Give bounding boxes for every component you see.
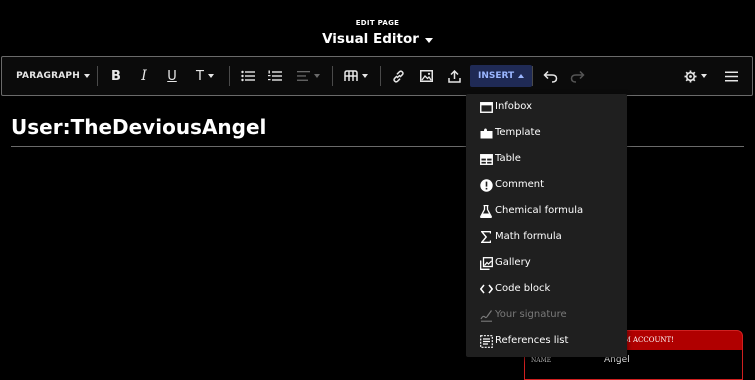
upload-icon [447, 69, 461, 83]
chevron-down-icon [362, 74, 368, 78]
menu-item-code-block[interactable]: Code block [466, 276, 627, 302]
menu-item-references-list[interactable]: References list [466, 328, 627, 354]
toolbar-divider [229, 66, 230, 86]
undo-icon [542, 70, 557, 83]
numbered-list-button[interactable] [265, 57, 285, 95]
menu-item-math-formula[interactable]: Math formula [466, 224, 627, 250]
chevron-down-icon [424, 37, 433, 43]
italic-button[interactable]: I [134, 57, 154, 95]
page-title: User:TheDeviousAngel [11, 115, 267, 139]
chevron-down-icon [207, 74, 214, 78]
menu-item-gallery[interactable]: Gallery [466, 250, 627, 276]
toolbar-divider [97, 66, 98, 86]
insert-dropdown-menu: Infobox Template Table Comment Chemical … [466, 94, 627, 357]
flask-icon [479, 204, 493, 218]
menu-item-label: Template [495, 127, 541, 138]
menu-item-label: Table [495, 153, 521, 164]
menu-item-chemical-formula[interactable]: Chemical formula [466, 198, 627, 224]
text-style-icon [344, 70, 358, 81]
table-icon [479, 152, 493, 166]
chevron-down-icon [700, 74, 707, 78]
redo-icon [570, 70, 585, 83]
toolbar-divider [380, 66, 381, 86]
menu-item-label: Comment [495, 179, 544, 190]
edit-page-label: EDIT PAGE [355, 19, 400, 27]
hamburger-menu-icon [724, 71, 738, 81]
menu-item-comment[interactable]: Comment [466, 172, 627, 198]
gallery-icon [479, 256, 493, 270]
insert-label: INSERT [478, 71, 515, 81]
menu-item-label: References list [495, 335, 569, 346]
toolbar-divider [532, 66, 533, 86]
editor-toolbar: PARAGRAPH B I U T INSERT [1, 56, 753, 96]
paragraph-format-dropdown[interactable]: PARAGRAPH [16, 57, 90, 95]
menu-item-template[interactable]: Template [466, 120, 627, 146]
infobox-field-name: NAME [531, 357, 552, 364]
editor-mode-switcher[interactable]: Visual Editor [0, 31, 755, 47]
menu-item-label: Math formula [495, 231, 562, 242]
signature-icon [479, 308, 493, 322]
chevron-down-icon [313, 74, 320, 78]
text-style-label: T [196, 68, 204, 84]
align-dropdown[interactable] [294, 57, 322, 95]
menu-item-label: Code block [495, 283, 551, 294]
menu-item-label: Your signature [495, 309, 567, 320]
chevron-up-icon [518, 74, 525, 78]
paragraph-label: PARAGRAPH [16, 71, 80, 81]
underline-button[interactable]: U [162, 57, 182, 95]
menu-item-infobox[interactable]: Infobox [466, 94, 627, 120]
infobox-icon [479, 100, 493, 114]
bullet-list-button[interactable] [238, 57, 258, 95]
more-text-styles-dropdown[interactable]: T [191, 57, 219, 95]
align-left-icon [296, 71, 310, 81]
toolbar-divider [332, 66, 333, 86]
gear-icon [684, 70, 696, 82]
numbered-list-icon [268, 70, 282, 81]
menu-item-label: Chemical formula [495, 205, 584, 216]
bullet-list-icon [241, 70, 255, 82]
insert-menu-button[interactable]: INSERT [470, 65, 533, 87]
menu-button[interactable] [720, 57, 742, 95]
references-icon [479, 334, 493, 348]
redo-button[interactable] [566, 57, 588, 95]
bold-button[interactable]: B [106, 57, 126, 95]
puzzle-icon [479, 126, 493, 140]
link-icon [392, 69, 404, 83]
menu-item-your-signature[interactable]: Your signature [466, 302, 627, 328]
style-dropdown[interactable] [342, 57, 370, 95]
undo-button[interactable] [539, 57, 561, 95]
page-header: EDIT PAGE Visual Editor [0, 0, 755, 56]
menu-item-label: Infobox [495, 101, 533, 112]
sigma-icon [479, 230, 493, 244]
link-button[interactable] [388, 57, 408, 95]
code-icon [479, 282, 493, 296]
menu-item-table[interactable]: Table [466, 146, 627, 172]
upload-button[interactable] [444, 57, 464, 95]
comment-alert-icon [479, 178, 493, 192]
page-settings-dropdown[interactable] [680, 57, 710, 95]
title-divider [11, 146, 744, 147]
insert-image-button[interactable] [416, 57, 436, 95]
chevron-down-icon [83, 74, 90, 78]
editor-mode-label: Visual Editor [322, 31, 419, 47]
menu-item-label: Gallery [495, 257, 531, 268]
image-icon [419, 70, 433, 82]
